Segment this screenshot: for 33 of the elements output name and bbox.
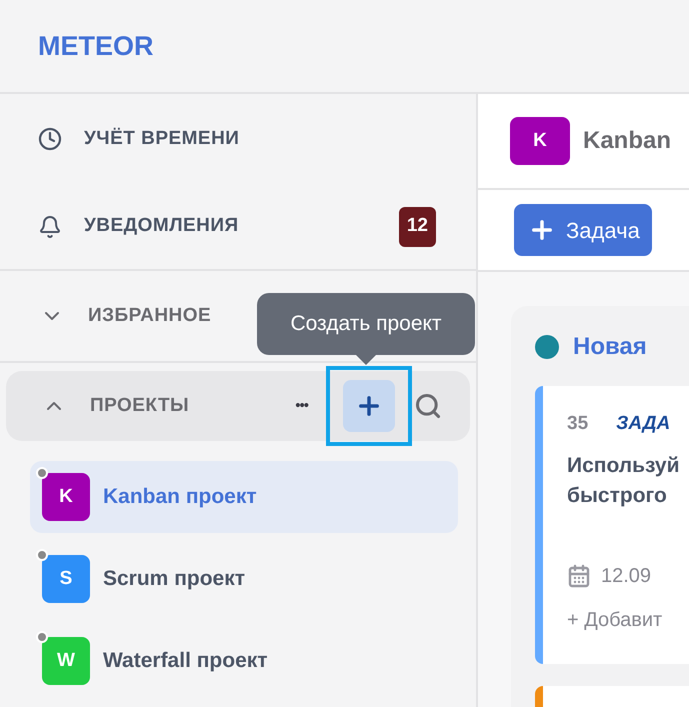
bell-icon <box>38 214 62 238</box>
project-item[interactable]: S Scrum проект <box>30 543 458 615</box>
column-title: Новая <box>573 332 647 362</box>
more-button[interactable]: ••• <box>295 394 308 418</box>
notification-count: 12 <box>398 206 436 246</box>
add-project-button[interactable] <box>343 380 395 432</box>
task-number: 35 <box>567 412 588 436</box>
favorites-header[interactable]: ИЗБРАННОЕ <box>40 302 212 330</box>
app-logo: METEOR <box>38 30 154 63</box>
project-item[interactable]: K Kanban проект <box>30 461 458 533</box>
tooltip-arrow <box>356 355 376 365</box>
project-name: Waterfall проект <box>103 648 268 674</box>
project-item[interactable]: W Waterfall проект <box>30 625 458 697</box>
project-avatar: S <box>42 555 90 603</box>
calendar-icon <box>567 564 591 588</box>
new-task-button[interactable]: Задача <box>514 204 652 256</box>
due-date: 12.09 <box>601 564 652 588</box>
clock-icon <box>38 127 62 151</box>
add-link[interactable]: + Добавит <box>567 604 689 634</box>
project-title: Kanban <box>583 126 672 156</box>
search-icon[interactable] <box>414 392 442 420</box>
project-avatar: K <box>510 117 570 165</box>
nav-item[interactable]: УЧЁТ ВРЕМЕНИ <box>0 94 476 184</box>
task-title: Используй быстрого <box>567 452 681 508</box>
tooltip: Создать проект <box>257 293 475 355</box>
project-name: Kanban проект <box>103 484 257 510</box>
task-card[interactable]: 35 ЗАДА Используй быстрого 12.09 + Добавит <box>535 386 689 664</box>
collapse-toggle[interactable]: ПРОЕКТЫ <box>42 392 190 420</box>
project-avatar: K <box>42 473 90 521</box>
project-avatar: W <box>42 637 90 685</box>
project-name: Scrum проект <box>103 566 246 592</box>
task-type: ЗАДА <box>616 412 670 436</box>
nav-item[interactable]: УВЕДОМЛЕНИЯ 12 <box>0 184 476 269</box>
